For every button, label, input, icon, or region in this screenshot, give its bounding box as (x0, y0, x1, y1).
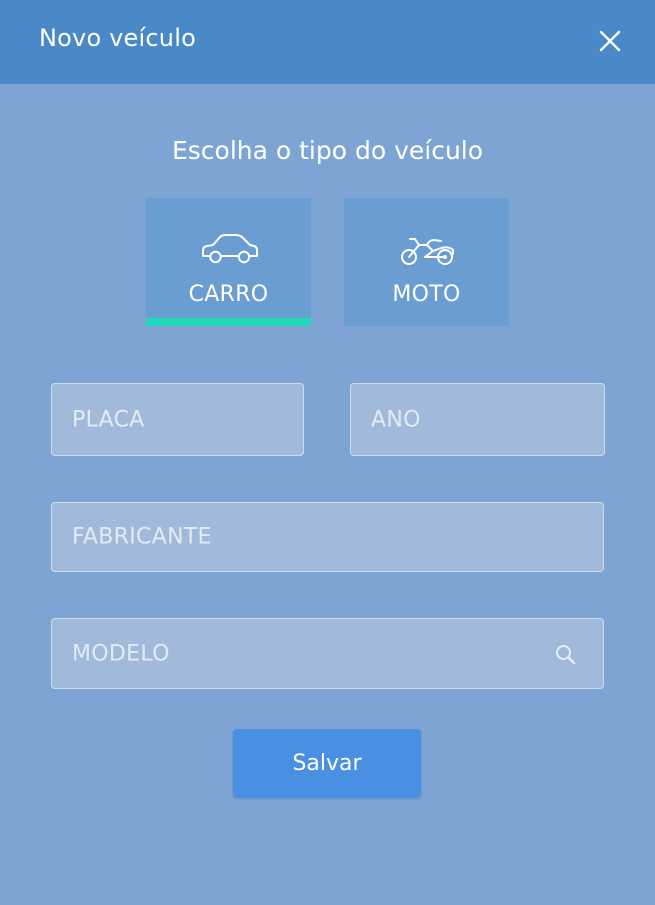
close-icon (599, 30, 621, 52)
vehicle-type-motorcycle-label: MOTO (392, 282, 461, 307)
vehicle-type-prompt: Escolha o tipo do veículo (171, 136, 484, 165)
motorcycle-icon (400, 238, 454, 265)
year-placeholder: ANO (371, 407, 421, 432)
vehicle-type-car-label: CARRO (188, 282, 269, 307)
vehicle-type-motorcycle-option[interactable]: MOTO (344, 198, 509, 326)
car-icon (201, 234, 258, 264)
vehicle-type-car-option[interactable]: CARRO (146, 198, 311, 326)
selected-indicator (146, 318, 311, 326)
plate-placeholder: PLACA (72, 407, 145, 432)
dialog-header: Novo veículo (0, 0, 655, 84)
model-placeholder: MODELO (72, 641, 170, 666)
manufacturer-field[interactable]: FABRICANTE (51, 502, 604, 572)
manufacturer-placeholder: FABRICANTE (72, 524, 212, 550)
save-button[interactable]: Salvar (233, 729, 421, 798)
plate-field[interactable]: PLACA (51, 383, 304, 456)
year-field[interactable]: ANO (350, 383, 605, 456)
dialog-title: Novo veículo (39, 24, 196, 52)
model-field[interactable]: MODELO (51, 618, 604, 689)
close-button[interactable] (594, 25, 626, 57)
search-icon[interactable] (553, 642, 579, 668)
new-vehicle-dialog: Novo veículo Escolha o tipo do veículo C… (0, 0, 655, 905)
